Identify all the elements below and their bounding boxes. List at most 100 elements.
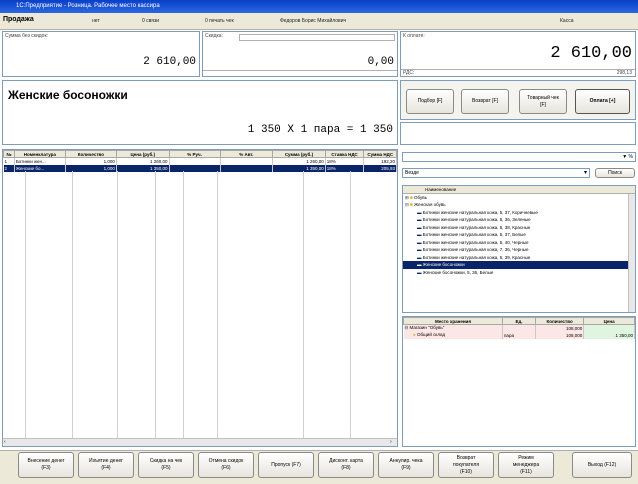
cancel-discounts-button[interactable]: Отмена скидок (F6) [198, 452, 254, 478]
cell: 18% [325, 164, 365, 172]
cell [169, 164, 221, 172]
pass-button[interactable]: Пропуск (F7) [258, 452, 314, 478]
product-tree[interactable]: Наименование ⊞ ■ Обувь ⊟ ■ Женская обувь… [402, 185, 636, 313]
table-row[interactable]: 1 Ботинки жен... 1,000 1 260,00 1 260,00… [3, 157, 397, 165]
cell: 1 260,00 [272, 157, 326, 165]
discount-panel: Скидка: 0,00 [202, 31, 398, 77]
col-header-vat-rate[interactable]: Ставка НДС [324, 150, 365, 158]
product-name: Женские босоножки [8, 88, 128, 102]
cell: 1 350,00 [272, 164, 326, 172]
cell: 1,000 [65, 157, 117, 165]
cash-in-button[interactable]: Внесение денег (F3) [18, 452, 74, 478]
stock-row[interactable]: ⊟ Магазин "Обувь" 108,000 [403, 324, 635, 332]
window-title: 1С:Предприятие - Розница. Рабочее место … [0, 0, 638, 13]
tree-group-label: Обувь [414, 194, 427, 200]
tree-item[interactable]: ▬ Ботинки женские натуральная кожа, 5, 3… [403, 216, 635, 224]
tree-scrollbar[interactable] [628, 194, 635, 312]
receipt-button[interactable]: Товарный чек [F] [519, 89, 567, 114]
tree-item-label: Женские босоножки, 5, 36, Белые [422, 269, 494, 275]
stock-col-price[interactable]: Цена [583, 317, 635, 325]
cell: 192,20 [363, 157, 397, 165]
cell [583, 324, 635, 332]
scroll-left-icon[interactable]: ‹ [4, 440, 10, 445]
tree-item-selected[interactable]: ▬ Женские босоножки [403, 261, 635, 269]
receipt-discount-button[interactable]: Скидка на чек (F5) [138, 452, 194, 478]
stock-row[interactable]: ▸ Общий склад пара 108,000 1 350,00 [403, 331, 635, 339]
header-field-3: 0 печать чек [205, 18, 234, 24]
cell [169, 157, 221, 165]
horizontal-scrollbar[interactable]: ‹ › [3, 438, 397, 446]
cell [220, 157, 274, 165]
info-bar: Продажа нет 0 связи 0 печать чек Федоров… [0, 13, 638, 30]
discount-value: 0,00 [367, 56, 394, 68]
search-input[interactable]: ▼ % [402, 152, 636, 162]
sum-no-discount-label: Сумма без скидок: [5, 33, 49, 39]
sum-no-discount-value: 2 610,00 [143, 56, 196, 68]
discount-label: Скидка: [205, 33, 223, 39]
col-header-qty[interactable]: Количество [64, 150, 117, 158]
stock-col-location[interactable]: Место хранения [403, 317, 503, 325]
tree-item[interactable]: ▬ Ботинки женские натуральная кожа, 5, 3… [403, 254, 635, 262]
table-row-selected[interactable]: 2 Женские бо... 1,000 1 350,00 1 350,00 … [3, 164, 397, 172]
cell: 2 [3, 164, 15, 172]
user-name: Федоров Борис Михайлович [280, 18, 347, 24]
stock-header-row: Место хранения Ед. Количество Цена [403, 317, 635, 325]
manager-mode-button[interactable]: Режим менеджера (F11) [498, 452, 554, 478]
to-pay-label: К оплате: [403, 33, 425, 39]
tree-item[interactable]: ▬ Ботинки женские натуральная кожа, 5, 4… [403, 239, 635, 247]
tree-item-label: Ботинки женские натуральная кожа, 5, 37,… [422, 232, 526, 237]
tree-item-label: Ботинки женские натуральная кожа, 5, 36,… [422, 217, 531, 222]
cell: 1 350,00 [583, 331, 635, 339]
cell-text: Магазин "Обувь" [409, 325, 445, 331]
cell [220, 164, 274, 172]
scroll-right-icon[interactable]: › [390, 440, 396, 445]
customer-return-button[interactable]: Возврат покупателя (F10) [438, 452, 494, 478]
tree-group-label: Женская обувь [414, 202, 446, 207]
product-calc: 1 350 X 1 пара = 1 350 [247, 124, 393, 136]
cell: 205,93 [363, 164, 397, 172]
tree-group[interactable]: ⊟ ■ Женская обувь [403, 201, 635, 209]
action-button-panel: Подбор [F] Возврат [F] Товарный чек [F] … [400, 80, 636, 120]
stock-table[interactable]: Место хранения Ед. Количество Цена ⊟ Маг… [402, 316, 636, 447]
payment-button[interactable]: Оплата [+] [575, 89, 630, 114]
tree-item[interactable]: ▬ Ботинки женские натуральная кожа, 7, 3… [403, 246, 635, 254]
discount-input[interactable] [239, 34, 395, 41]
col-header-auto-pct[interactable]: % Авт. [219, 150, 274, 158]
pick-button[interactable]: Подбор [F] [406, 89, 454, 114]
tree-item-label: Женские босоножки [422, 262, 465, 267]
mode-label: Продажа [3, 16, 34, 23]
col-header-price[interactable]: Цена (руб.) [115, 150, 170, 158]
tree-item[interactable]: ▬ Ботинки женские натуральная кожа, 5, 3… [403, 231, 635, 239]
col-header-num[interactable]: № [3, 150, 15, 158]
tree-item-label: Ботинки женские натуральная кожа, 5, 37,… [422, 209, 538, 215]
cash-out-button[interactable]: Изъятие денег (F4) [78, 452, 134, 478]
col-header-manual-pct[interactable]: % Руч. [168, 150, 221, 158]
col-header-item[interactable]: Номенклатура [13, 150, 66, 158]
search-suffix[interactable]: ▼ % [622, 154, 633, 160]
tree-item[interactable]: ▬ Женские босоножки, 5, 36, Белые [403, 269, 635, 277]
stock-col-qty[interactable]: Количество [534, 317, 585, 325]
exit-button[interactable]: Выход (F12) [572, 452, 632, 478]
col-header-sum[interactable]: Сумма (руб.) [272, 150, 326, 158]
col-header-vat-sum[interactable]: Сумма НДС [363, 150, 397, 158]
discount-card-button[interactable]: Дисконт. карта (F8) [318, 452, 374, 478]
discount-divider [203, 70, 397, 71]
tree-group[interactable]: ⊞ ■ Обувь [403, 194, 635, 202]
cell: пара [502, 331, 536, 339]
tree-item[interactable]: ▬ Ботинки женские натуральная кожа, 5, 3… [403, 224, 635, 232]
cell: Женские бо... [14, 164, 66, 172]
to-pay-divider [401, 69, 635, 70]
sales-table[interactable]: № Номенклатура Количество Цена (руб.) % … [2, 149, 398, 447]
search-scope-select[interactable]: Везде ▾ [402, 168, 590, 178]
cell: 108,000 [535, 324, 585, 332]
header-field-1: нет [92, 18, 100, 24]
message-panel [400, 122, 636, 145]
chevron-down-icon[interactable]: ▾ [584, 169, 587, 176]
void-receipt-button[interactable]: Аннулир. чека (F9) [378, 452, 434, 478]
cell: 108,000 [535, 331, 585, 339]
tree-item[interactable]: ▬ Ботинки женские натуральная кожа, 5, 3… [403, 209, 635, 217]
to-pay-sub-left: РДС: [403, 70, 415, 76]
stock-col-unit[interactable]: Ед. [502, 317, 536, 325]
find-button[interactable]: Поиск [595, 168, 635, 178]
return-button[interactable]: Возврат [F] [461, 89, 509, 114]
